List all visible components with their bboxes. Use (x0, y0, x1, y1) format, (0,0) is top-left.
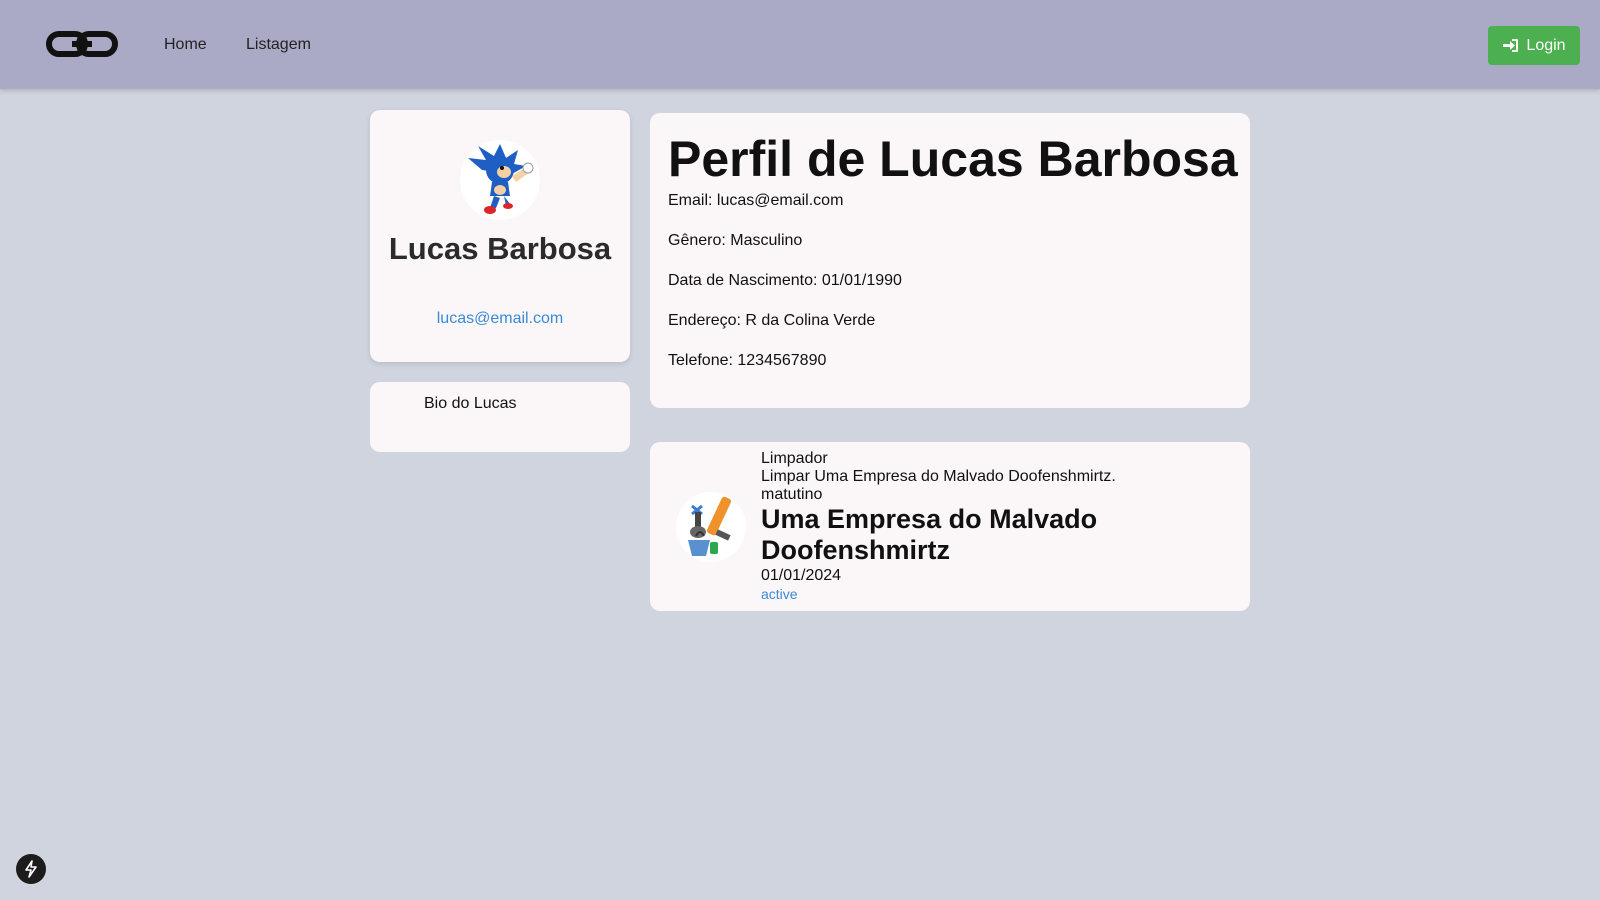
job-card[interactable]: Limpador Limpar Uma Empresa do Malvado D… (650, 442, 1250, 611)
profile-details-card: Perfil de Lucas Barbosa Email: lucas@ema… (650, 113, 1250, 408)
job-status-link[interactable]: active (761, 586, 798, 602)
detail-gender: Gênero: Masculino (668, 232, 803, 249)
login-label: Login (1526, 36, 1566, 54)
login-button[interactable]: Login (1488, 26, 1580, 65)
nav-link-home[interactable]: Home (164, 36, 207, 54)
detail-address: Endereço: R da Colina Verde (668, 312, 876, 329)
chain-link-icon[interactable] (46, 30, 118, 58)
dev-indicator-button[interactable] (16, 854, 46, 884)
sign-in-icon (1503, 39, 1519, 52)
nav-link-listagem[interactable]: Listagem (246, 36, 311, 54)
job-company: Uma Empresa do Malvado Doofenshmirtz (761, 504, 1098, 565)
bio-card: Bio do Lucas (370, 382, 630, 452)
job-shift: matutino (761, 486, 823, 503)
sonic-avatar-icon (460, 140, 540, 220)
job-role: Limpador (761, 450, 828, 467)
job-image (676, 492, 746, 562)
navbar: Home Listagem Login (0, 0, 1600, 89)
bio-text: Bio do Lucas (424, 395, 517, 412)
job-description: Limpar Uma Empresa do Malvado Doofenshmi… (761, 468, 1116, 485)
cleaning-tools-icon (676, 492, 746, 562)
detail-email: Email: lucas@email.com (668, 192, 844, 209)
lightning-bolt-icon (25, 860, 37, 878)
page-title: Perfil de Lucas Barbosa (668, 131, 1238, 187)
profile-name: Lucas Barbosa (388, 231, 612, 266)
avatar (460, 140, 540, 220)
profile-card: Lucas Barbosa lucas@email.com (370, 110, 630, 362)
detail-phone: Telefone: 1234567890 (668, 352, 827, 369)
profile-email-link[interactable]: lucas@email.com (370, 310, 630, 328)
detail-birthdate: Data de Nascimento: 01/01/1990 (668, 272, 902, 289)
job-date: 01/01/2024 (761, 567, 842, 584)
